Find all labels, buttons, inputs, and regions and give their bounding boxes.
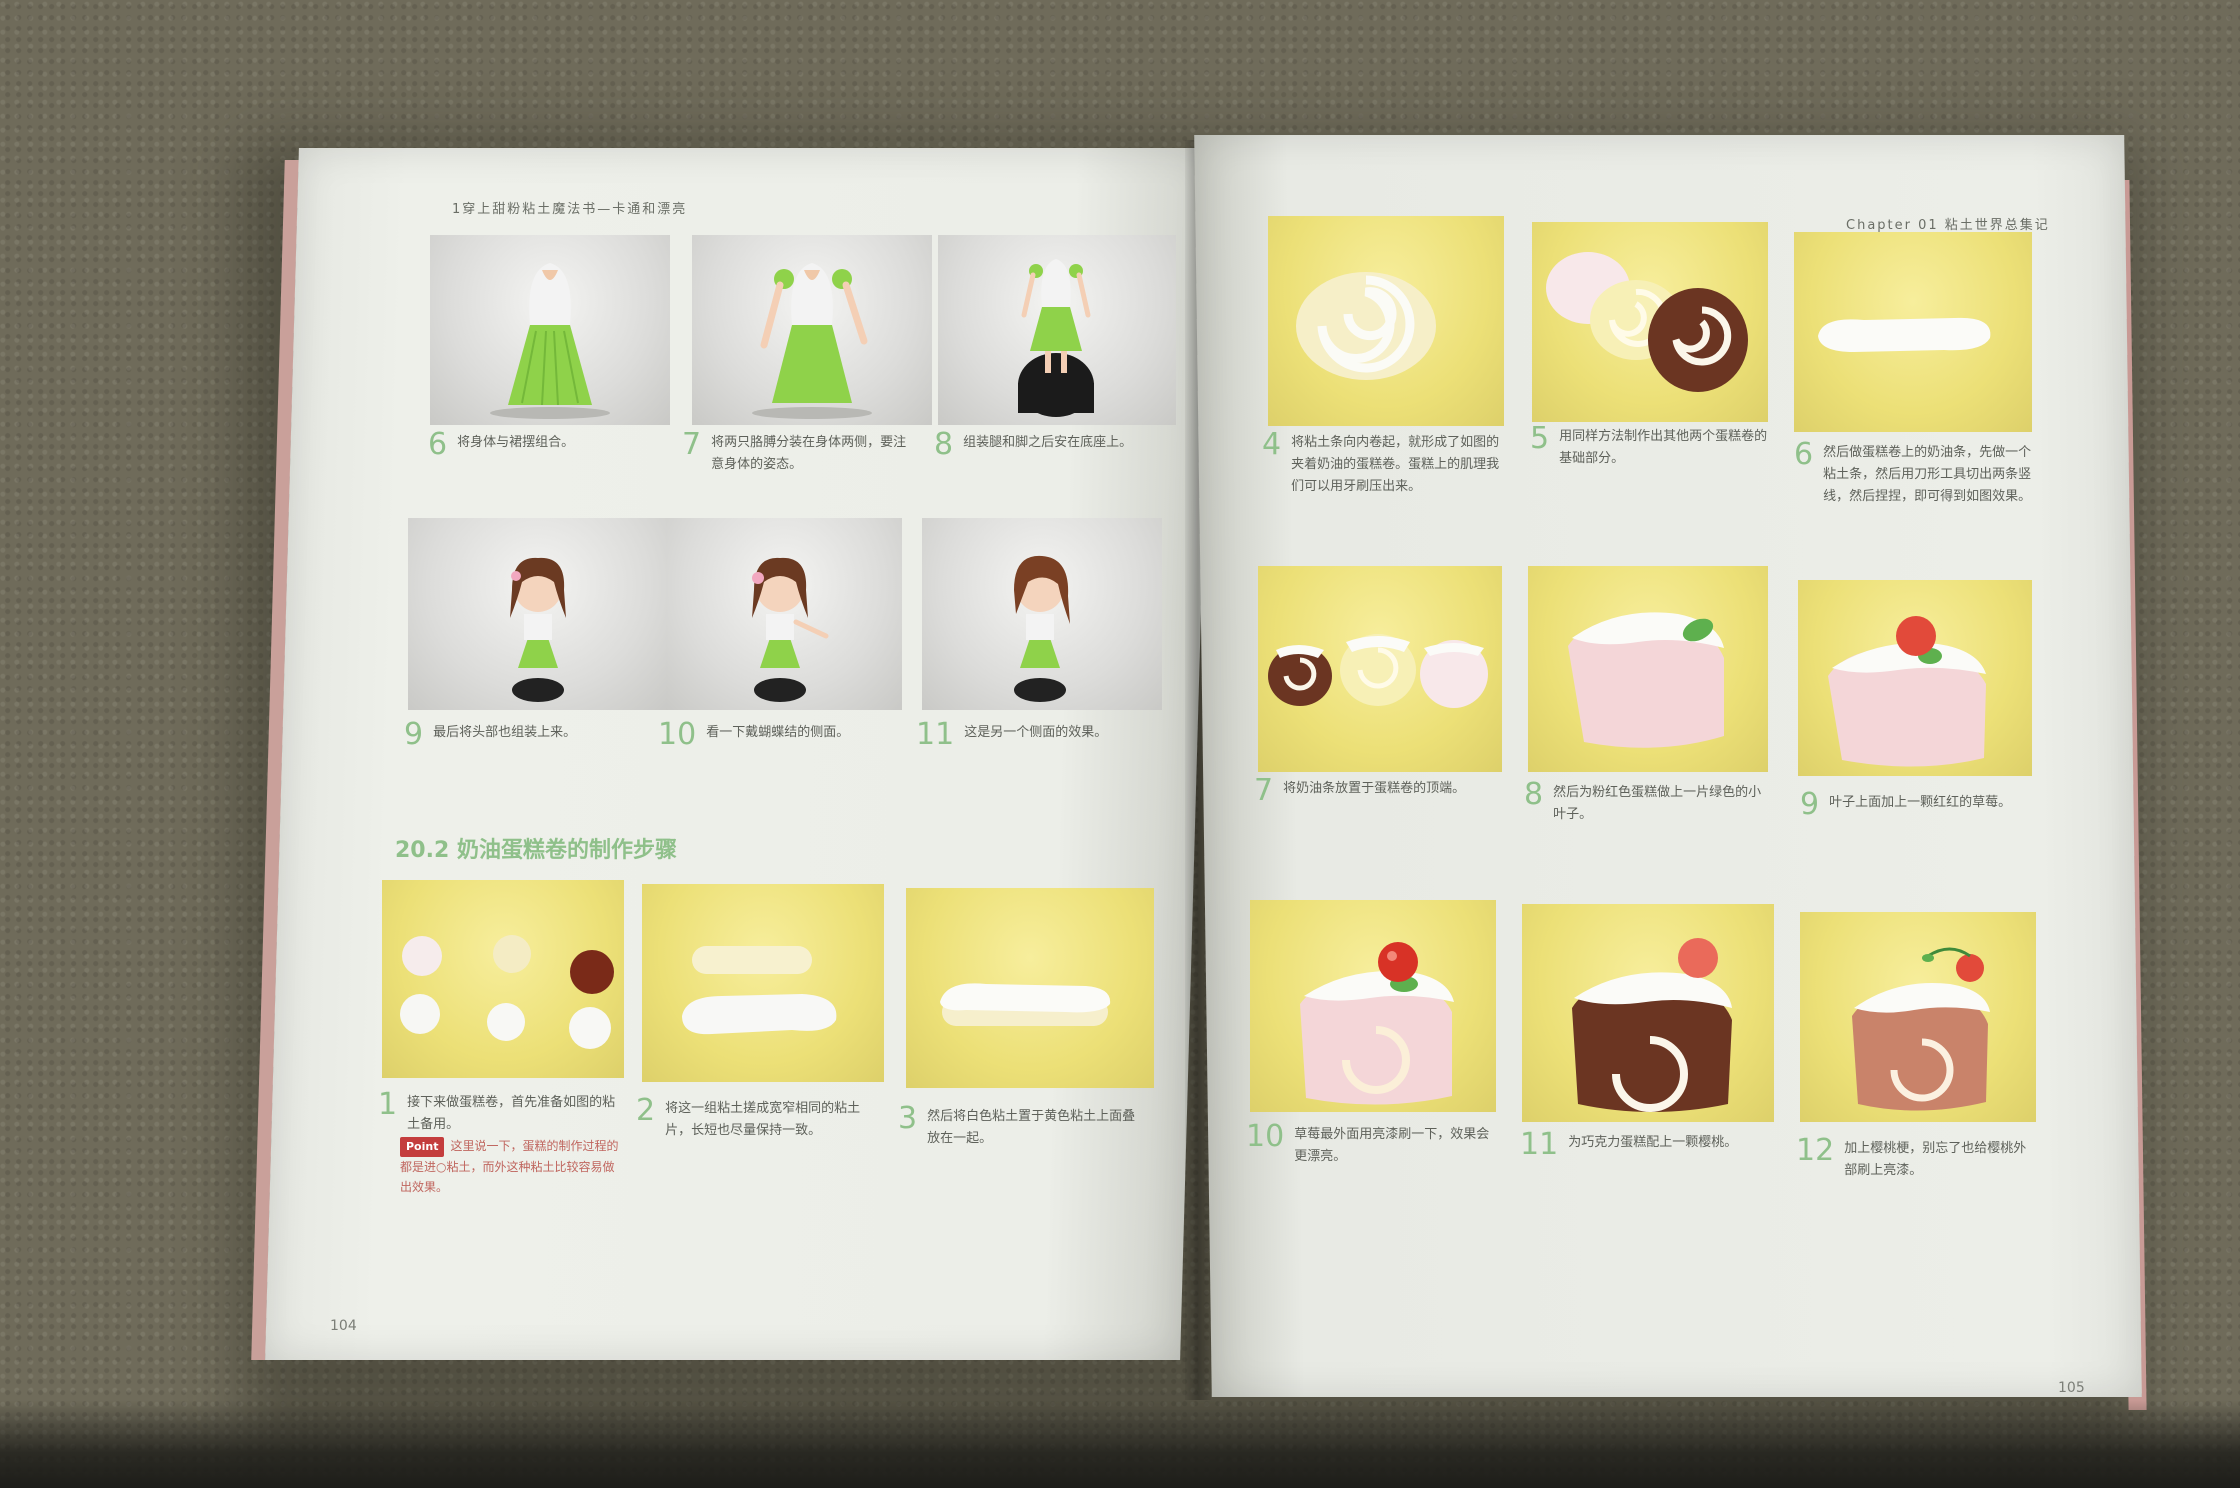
photo-cake-step-3 bbox=[906, 888, 1154, 1088]
cake-step-3: 3 然后将白色粘土置于黄色粘土上面叠放在一起。 bbox=[898, 1104, 1138, 1150]
step-text: 将身体与裙摆组合。 bbox=[457, 435, 575, 450]
photo-cake-step-12 bbox=[1800, 912, 2036, 1122]
figure-step-6: 6 将身体与裙摆组合。 bbox=[428, 430, 668, 460]
photo-cake-step-5 bbox=[1532, 222, 1768, 422]
step-text: 然后做蛋糕卷上的奶油条，先做一个粘土条，然后用刀形工具切出两条竖线，然后捏捏，即… bbox=[1823, 445, 2032, 504]
figure-step-11: 11 这是另一个侧面的效果。 bbox=[916, 720, 1156, 750]
point-badge: Point bbox=[400, 1137, 445, 1157]
section-title: 20.2 奶油蛋糕卷的制作步骤 bbox=[395, 838, 677, 863]
step-number: 8 bbox=[934, 427, 954, 462]
photo-cake-step-4 bbox=[1268, 216, 1504, 426]
step-number: 1 bbox=[378, 1087, 398, 1122]
step-number: 6 bbox=[428, 427, 448, 462]
step-text: 接下来做蛋糕卷，首先准备如图的粘土备用。 bbox=[407, 1095, 616, 1132]
point-note: Point 这里说一下，蛋糕的制作过程的都是进○粘土，而外这种粘土比较容易做出效果… bbox=[400, 1136, 620, 1197]
step-number: 11 bbox=[916, 717, 955, 752]
step-text: 然后将白色粘土置于黄色粘土上面叠放在一起。 bbox=[927, 1109, 1136, 1146]
step-number: 9 bbox=[1800, 787, 1820, 822]
cake-step-2: 2 将这一组粘土搓成宽窄相同的粘土片，长短也尽量保持一致。 bbox=[636, 1096, 876, 1142]
cake-step-12: 12 加上樱桃梗，别忘了也给樱桃外部刷上亮漆。 bbox=[1796, 1136, 2036, 1182]
photo-cake-step-7 bbox=[1258, 566, 1502, 772]
step-text: 这是另一个侧面的效果。 bbox=[964, 725, 1108, 740]
photo-cake-step-8 bbox=[1528, 566, 1768, 772]
step-text: 组装腿和脚之后安在底座上。 bbox=[963, 435, 1133, 450]
cake-step-6: 6 然后做蛋糕卷上的奶油条，先做一个粘土条，然后用刀形工具切出两条竖线，然后捏捏… bbox=[1794, 440, 2034, 508]
cake-step-4: 4 将粘土条向内卷起，就形成了如图的夹着奶油的蛋糕卷。蛋糕上的肌理我们可以用牙刷… bbox=[1262, 430, 1502, 498]
step-text: 用同样方法制作出其他两个蛋糕卷的基础部分。 bbox=[1559, 429, 1768, 466]
photo-figure-step-9 bbox=[408, 518, 668, 710]
step-number: 10 bbox=[1246, 1119, 1285, 1154]
step-text: 叶子上面加上一颗红红的草莓。 bbox=[1829, 795, 2012, 810]
step-text: 将奶油条放置于蛋糕卷的顶端。 bbox=[1283, 781, 1466, 796]
photo-cake-step-11 bbox=[1522, 904, 1774, 1122]
step-text: 将两只胳膊分装在身体两侧，要注意身体的姿态。 bbox=[711, 435, 907, 472]
step-number: 9 bbox=[404, 717, 424, 752]
step-number: 12 bbox=[1796, 1133, 1835, 1168]
step-number: 11 bbox=[1520, 1127, 1559, 1162]
photo-figure-step-11 bbox=[922, 518, 1162, 710]
table-edge-shadow bbox=[0, 1400, 2240, 1488]
cake-step-1: 1 接下来做蛋糕卷，首先准备如图的粘土备用。 bbox=[378, 1090, 618, 1136]
photo-cake-step-1 bbox=[382, 880, 624, 1078]
step-text: 加上樱桃梗，别忘了也给樱桃外部刷上亮漆。 bbox=[1844, 1141, 2027, 1178]
photo-cake-step-9 bbox=[1798, 580, 2032, 776]
cake-step-7: 7 将奶油条放置于蛋糕卷的顶端。 bbox=[1254, 776, 1494, 806]
cake-step-10: 10 草莓最外面用亮漆刷一下，效果会更漂亮。 bbox=[1246, 1122, 1496, 1168]
cake-step-9: 9 叶子上面加上一颗红红的草莓。 bbox=[1800, 790, 2040, 820]
photo-figure-step-7 bbox=[692, 235, 932, 425]
step-number: 6 bbox=[1794, 437, 1814, 472]
right-page-number: 105 bbox=[2058, 1380, 2085, 1396]
photo-cake-step-6 bbox=[1794, 232, 2032, 432]
figure-step-8: 8 组装腿和脚之后安在底座上。 bbox=[934, 430, 1164, 460]
step-number: 2 bbox=[636, 1093, 656, 1128]
step-number: 5 bbox=[1530, 421, 1550, 456]
photo-cake-step-2 bbox=[642, 884, 884, 1082]
photo-figure-step-8 bbox=[938, 235, 1176, 425]
left-page-number: 104 bbox=[330, 1318, 357, 1334]
step-text: 将这一组粘土搓成宽窄相同的粘土片，长短也尽量保持一致。 bbox=[665, 1101, 861, 1138]
figure-step-9: 9 最后将头部也组装上来。 bbox=[404, 720, 644, 750]
figure-step-7: 7 将两只胳膊分装在身体两侧，要注意身体的姿态。 bbox=[682, 430, 912, 476]
figure-step-10: 10 看一下戴蝴蝶结的侧面。 bbox=[658, 720, 898, 750]
step-text: 看一下戴蝴蝶结的侧面。 bbox=[706, 725, 850, 740]
cake-step-8: 8 然后为粉红色蛋糕做上一片绿色的小叶子。 bbox=[1524, 780, 1774, 826]
right-running-head: Chapter 01 粘土世界总集记 bbox=[1846, 218, 2050, 233]
step-number: 8 bbox=[1524, 777, 1544, 812]
cake-step-11: 11 为巧克力蛋糕配上一颗樱桃。 bbox=[1520, 1130, 1770, 1160]
step-number: 7 bbox=[1254, 773, 1274, 808]
step-number: 3 bbox=[898, 1101, 918, 1136]
step-number: 7 bbox=[682, 427, 702, 462]
step-text: 然后为粉红色蛋糕做上一片绿色的小叶子。 bbox=[1553, 785, 1762, 822]
cake-step-5: 5 用同样方法制作出其他两个蛋糕卷的基础部分。 bbox=[1530, 424, 1770, 470]
step-text: 将粘土条向内卷起，就形成了如图的夹着奶油的蛋糕卷。蛋糕上的肌理我们可以用牙刷压出… bbox=[1291, 435, 1500, 494]
step-number: 10 bbox=[658, 717, 697, 752]
left-running-head: 1穿上甜粉粘土魔法书—卡通和漂亮 bbox=[452, 202, 688, 217]
step-text: 最后将头部也组装上来。 bbox=[433, 725, 577, 740]
photo-cake-step-10 bbox=[1250, 900, 1496, 1112]
photo-figure-step-6 bbox=[430, 235, 670, 425]
step-number: 4 bbox=[1262, 427, 1282, 462]
step-text: 为巧克力蛋糕配上一颗樱桃。 bbox=[1568, 1135, 1738, 1150]
photo-figure-step-10 bbox=[666, 518, 902, 710]
step-text: 草莓最外面用亮漆刷一下，效果会更漂亮。 bbox=[1294, 1127, 1490, 1164]
